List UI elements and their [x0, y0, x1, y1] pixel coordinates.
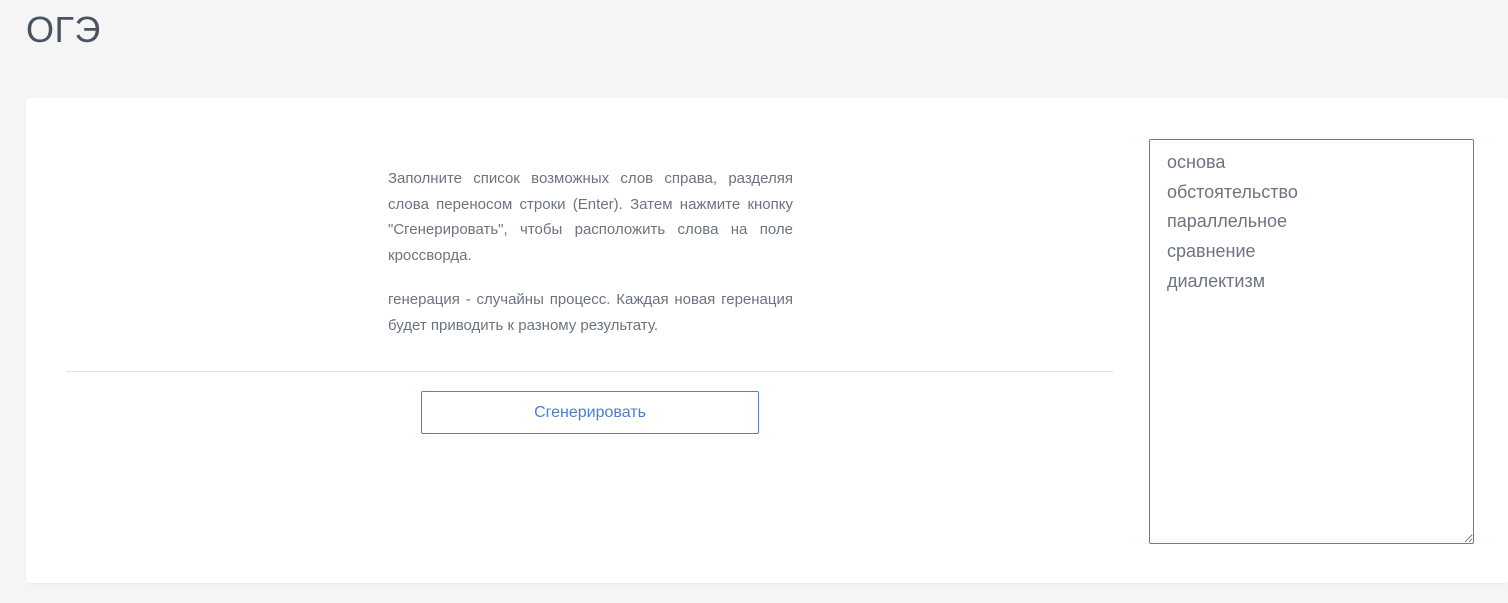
- page-title: ОГЭ: [26, 9, 101, 50]
- generate-button[interactable]: Сгенерировать: [421, 391, 759, 434]
- divider: [66, 371, 1113, 372]
- words-input[interactable]: [1149, 139, 1474, 544]
- instructions-note: генерация - случайны процесс. Каждая нов…: [388, 291, 793, 334]
- instructions: Заполните список возможных слов справа, …: [388, 166, 793, 357]
- instructions-paragraph: Заполните список возможных слов справа, …: [388, 170, 793, 264]
- crossword-card: Заполните список возможных слов справа, …: [26, 98, 1508, 583]
